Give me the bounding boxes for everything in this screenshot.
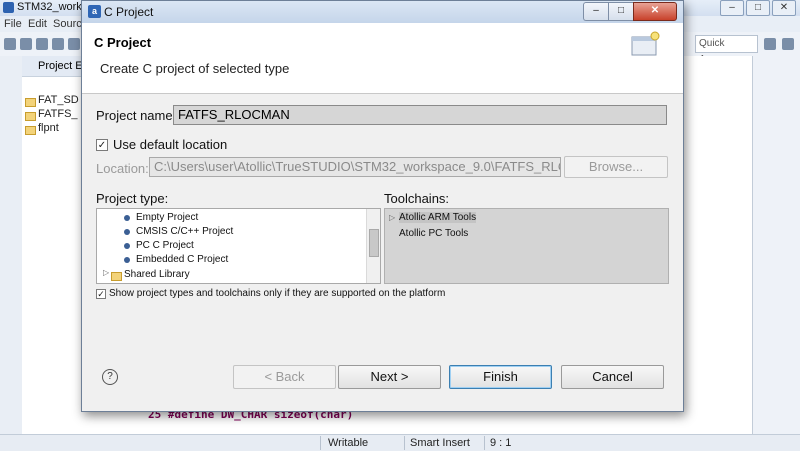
status-writable: Writable [328,437,369,449]
finish-button[interactable]: Finish [449,365,552,389]
dialog-titlebar[interactable]: a C Project – □ ✕ [82,1,683,24]
location-label: Location: [96,161,149,176]
project-type-item[interactable]: Embedded C Project [136,254,228,265]
perspective-icon[interactable] [764,38,776,50]
toolchain-item[interactable]: Atollic PC Tools [399,228,468,239]
status-separator [484,436,485,450]
ide-window-controls: – □ ✕ [720,0,796,16]
wizard-banner: C Project Create C project of selected t… [82,23,683,94]
expand-arrow-icon[interactable]: ▷ [103,268,109,277]
folder-icon [25,112,36,121]
minimize-icon[interactable]: – [720,0,744,16]
toolbar-icon[interactable] [52,38,64,50]
perspective-icon[interactable] [782,38,794,50]
scrollbar-thumb[interactable] [369,229,379,257]
app-icon [3,2,14,13]
cancel-button[interactable]: Cancel [561,365,664,389]
toolchains-label: Toolchains: [384,191,450,206]
show-supported-checkbox[interactable]: ✓ [96,289,106,299]
app-icon: a [88,5,101,18]
explorer-item[interactable]: FAT_SD [38,94,79,106]
back-button[interactable]: < Back [233,365,336,389]
close-icon[interactable]: ✕ [772,0,796,16]
expand-arrow-icon: ▷ [389,213,396,222]
project-type-icon [124,257,130,263]
project-type-tree[interactable]: Empty Project CMSIS C/C++ Project PC C P… [96,208,381,284]
use-default-location-label: Use default location [113,137,228,152]
folder-icon [111,272,122,281]
project-type-item[interactable]: PC C Project [136,240,194,251]
ide-left-trim [0,56,23,434]
project-type-item[interactable]: CMSIS C/C++ Project [136,226,233,237]
explorer-item[interactable]: FATFS_ [38,108,78,120]
project-type-icon [124,229,130,235]
quick-access-input[interactable]: Quick Access [695,35,758,65]
dialog-window-controls: – □ ✕ [583,2,677,21]
toolbar-icon[interactable] [20,38,32,50]
explorer-item[interactable]: flpnt [38,122,59,134]
project-type-item[interactable]: Empty Project [136,212,198,223]
wizard-subheading: Create C project of selected type [100,61,290,76]
toolchain-item[interactable]: Atollic ARM Tools [399,212,477,223]
use-default-location-checkbox[interactable]: ✓ [96,139,108,151]
maximize-icon[interactable]: □ [746,0,770,16]
minimize-icon[interactable]: – [583,2,608,21]
project-type-scrollbar[interactable] [366,209,380,283]
status-separator [404,436,405,450]
toolbar-icon[interactable] [68,38,80,50]
toolchains-list[interactable]: ▷ Atollic ARM Tools Atollic PC Tools [384,208,669,284]
help-icon[interactable]: ? [102,369,118,385]
menu-edit[interactable]: Edit [28,18,47,30]
close-icon[interactable]: ✕ [633,2,677,21]
toolbar-icon[interactable] [4,38,16,50]
menu-file[interactable]: File [4,18,22,30]
status-bar: Writable Smart Insert 9 : 1 [0,434,800,451]
c-project-dialog: a C Project – □ ✕ C Project Create C pro… [81,0,684,412]
location-input[interactable]: C:\Users\user\Atollic\TrueSTUDIO\STM32_w… [149,157,561,177]
folder-icon [25,126,36,135]
show-supported-label: Show project types and toolchains only i… [109,288,446,299]
project-name-label: Project name: [96,108,177,123]
status-separator [320,436,321,450]
folder-icon [25,98,36,107]
project-type-icon [124,215,130,221]
dialog-title: C Project [104,5,154,19]
next-button[interactable]: Next > [338,365,441,389]
wizard-banner-icon [631,31,660,56]
project-type-folder[interactable]: Shared Library [124,269,190,280]
toolbar-icon[interactable] [36,38,48,50]
maximize-icon[interactable]: □ [608,2,633,21]
project-type-label: Project type: [96,191,169,206]
browse-button[interactable]: Browse... [564,156,668,178]
ide-right-trim [752,56,800,434]
project-type-icon [124,243,130,249]
status-insert-mode: Smart Insert [410,437,470,449]
status-cursor: 9 : 1 [490,437,512,449]
project-name-input[interactable]: FATFS_RLOCMAN [173,105,667,125]
wizard-heading: C Project [94,35,152,50]
